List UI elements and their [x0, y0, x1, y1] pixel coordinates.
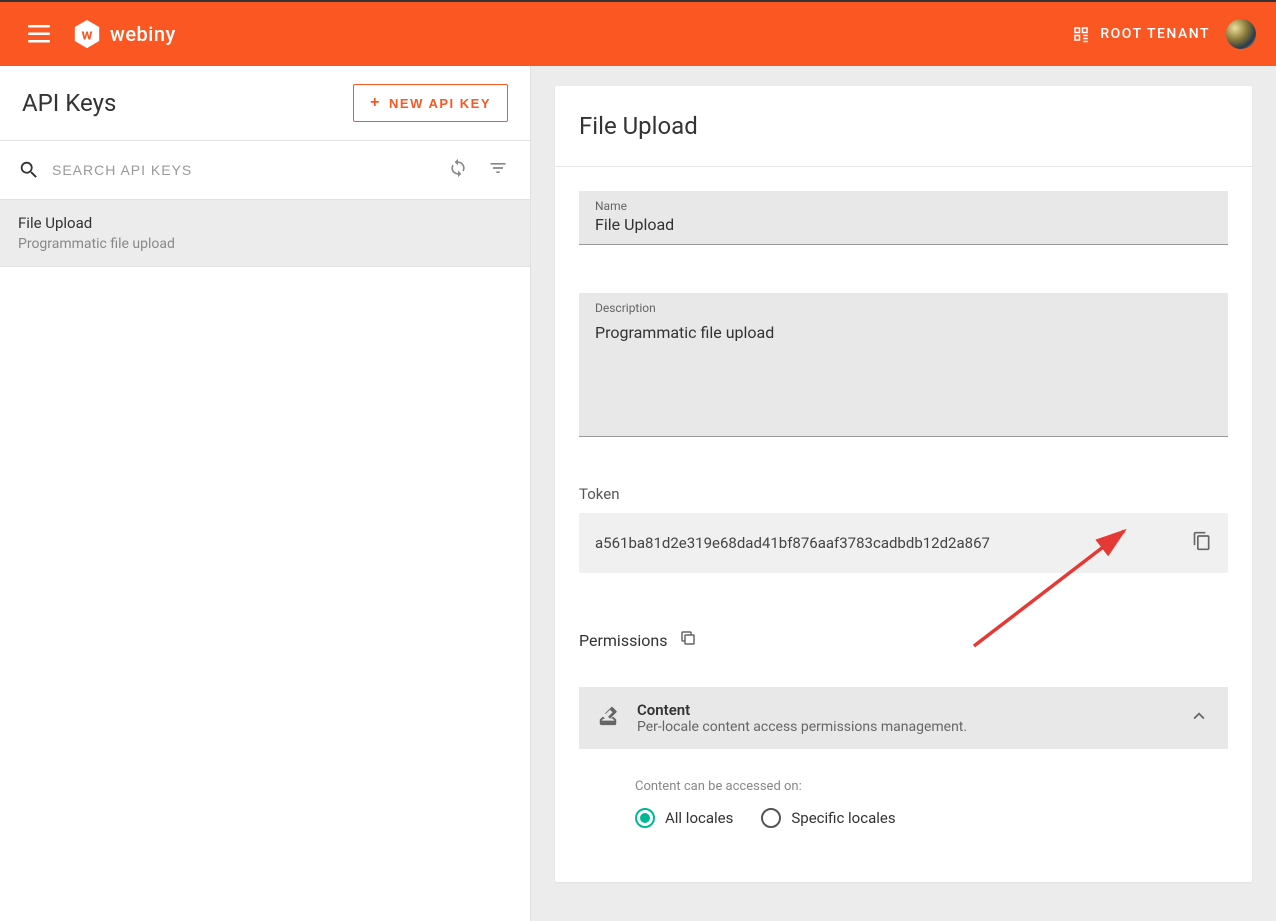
- list-item-subtitle: Programmatic file upload: [18, 236, 512, 252]
- accordion-body-label: Content can be accessed on:: [635, 779, 1172, 794]
- filter-button[interactable]: [484, 154, 512, 186]
- vote-icon: [597, 705, 619, 731]
- copy-icon: [1192, 531, 1212, 551]
- accordion-title: Content: [637, 701, 1170, 719]
- permissions-label: Permissions: [579, 631, 667, 650]
- tenant-selector[interactable]: ROOT TENANT: [1072, 25, 1210, 43]
- svg-text:w: w: [81, 26, 92, 44]
- top-navbar: w webiny ROOT TENANT: [0, 2, 1276, 66]
- tenant-label: ROOT TENANT: [1100, 26, 1210, 42]
- new-button-label: NEW API KEY: [389, 96, 491, 111]
- right-panel: File Upload Name Description Token a561b…: [531, 66, 1276, 921]
- user-avatar[interactable]: [1226, 19, 1256, 49]
- search-input[interactable]: [52, 162, 432, 178]
- list-item[interactable]: File Upload Programmatic file upload: [0, 200, 530, 267]
- radio-selected-icon: [635, 808, 655, 828]
- token-value: a561ba81d2e319e68dad41bf876aaf3783cadbdb…: [595, 534, 990, 552]
- name-input[interactable]: [595, 215, 1212, 234]
- webiny-logo-icon: w: [72, 19, 102, 49]
- radio-unselected-icon: [761, 808, 781, 828]
- name-field[interactable]: Name: [579, 191, 1228, 245]
- name-label: Name: [595, 199, 1212, 213]
- hamburger-menu-button[interactable]: [20, 17, 58, 51]
- plus-icon: +: [370, 95, 381, 111]
- accordion-subtitle: Per-locale content access permissions ma…: [637, 719, 1170, 735]
- brand-logo[interactable]: w webiny: [72, 19, 176, 49]
- description-label: Description: [595, 301, 1212, 315]
- accordion-content-body: Content can be accessed on: All locales …: [579, 749, 1228, 858]
- tenant-icon: [1072, 25, 1090, 43]
- new-api-key-button[interactable]: + NEW API KEY: [353, 84, 508, 122]
- radio-label: All locales: [665, 809, 733, 827]
- copy-token-button[interactable]: [1192, 531, 1212, 555]
- search-icon: [18, 159, 40, 181]
- description-field[interactable]: Description: [579, 293, 1228, 437]
- radio-specific-locales[interactable]: Specific locales: [761, 808, 895, 828]
- radio-all-locales[interactable]: All locales: [635, 808, 733, 828]
- refresh-icon: [448, 158, 468, 178]
- chevron-up-icon: [1188, 705, 1210, 731]
- token-label: Token: [579, 485, 1228, 503]
- list-item-title: File Upload: [18, 214, 512, 232]
- detail-title: File Upload: [579, 112, 1228, 140]
- filter-icon: [488, 158, 508, 178]
- refresh-button[interactable]: [444, 154, 472, 186]
- left-panel: API Keys + NEW API KEY File Upload Progr…: [0, 66, 531, 921]
- token-box: a561ba81d2e319e68dad41bf876aaf3783cadbdb…: [579, 513, 1228, 573]
- page-title: API Keys: [22, 89, 116, 117]
- copy-permissions-button[interactable]: [679, 629, 697, 651]
- radio-label: Specific locales: [791, 809, 895, 827]
- accordion-content-header[interactable]: Content Per-locale content access permis…: [579, 687, 1228, 749]
- copy-outline-icon: [679, 629, 697, 647]
- description-input[interactable]: [595, 317, 1212, 432]
- brand-name: webiny: [110, 22, 176, 46]
